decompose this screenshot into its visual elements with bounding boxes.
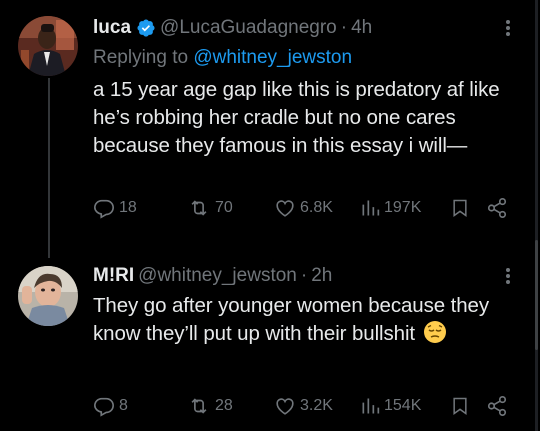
tweet-actions: 8 28 3.2K 154K <box>0 394 536 418</box>
bookmark-button[interactable] <box>450 394 470 418</box>
author-handle[interactable]: @LucaGuadagnegro <box>160 17 337 39</box>
like-count: 3.2K <box>300 397 333 414</box>
views-count: 197K <box>384 199 422 216</box>
tweet-text: They go after younger women because they… <box>93 292 522 352</box>
like-count: 6.8K <box>300 199 333 216</box>
reply-count: 18 <box>119 199 137 216</box>
replying-to-line: Replying to @whitney_jewston <box>93 44 522 72</box>
retweet-button[interactable]: 70 <box>187 196 233 220</box>
share-button[interactable] <box>486 394 508 418</box>
author-handle[interactable]: @whitney_jewston <box>138 265 297 287</box>
reply-mention-link[interactable]: @whitney_jewston <box>193 47 352 68</box>
tweet-text: a 15 year age gap like this is predatory… <box>93 78 500 157</box>
separator-dot: · <box>340 17 348 38</box>
share-button[interactable] <box>486 196 508 220</box>
tweet-actions: 18 70 6.8K 197K <box>0 196 536 220</box>
verified-badge-icon <box>136 18 156 38</box>
replying-to-label: Replying to <box>93 47 189 68</box>
bookmark-icon <box>453 397 467 415</box>
retweet-button[interactable]: 28 <box>187 394 233 418</box>
reply-icon <box>94 199 114 219</box>
timestamp[interactable]: 4h <box>351 17 372 39</box>
views-icon <box>362 398 380 414</box>
bookmark-button[interactable] <box>450 196 470 220</box>
retweet-icon <box>191 398 207 414</box>
like-icon <box>276 200 294 217</box>
share-icon <box>487 198 507 218</box>
author-name[interactable]: M!RI <box>93 265 134 287</box>
separator-dot: · <box>300 265 308 286</box>
tweet[interactable]: luca @LucaGuadagnegro · 4h Replying to @… <box>0 0 536 262</box>
like-button[interactable]: 3.2K <box>274 394 333 418</box>
avatar[interactable] <box>18 16 78 76</box>
retweet-count: 28 <box>215 397 233 414</box>
author-name[interactable]: luca <box>93 17 131 39</box>
views-count: 154K <box>384 397 422 414</box>
timestamp[interactable]: 2h <box>311 265 332 287</box>
avatar[interactable] <box>18 266 78 326</box>
reply-button[interactable]: 8 <box>93 394 128 418</box>
reply-icon <box>94 397 114 417</box>
reply-button[interactable]: 18 <box>93 196 137 220</box>
views-button[interactable]: 154K <box>360 394 421 418</box>
retweet-count: 70 <box>215 199 233 216</box>
views-icon <box>362 200 380 216</box>
retweet-icon <box>191 200 207 216</box>
reply-count: 8 <box>119 397 128 414</box>
like-icon <box>276 398 294 415</box>
more-icon[interactable] <box>498 264 518 293</box>
share-icon <box>487 396 507 416</box>
like-button[interactable]: 6.8K <box>274 196 333 220</box>
views-button[interactable]: 197K <box>360 196 421 220</box>
bookmark-icon <box>453 199 467 217</box>
pensive-face-icon <box>423 320 447 352</box>
more-icon[interactable] <box>498 16 518 45</box>
tweet[interactable]: M!RI @whitney_jewston · 2h They go after… <box>0 262 536 431</box>
